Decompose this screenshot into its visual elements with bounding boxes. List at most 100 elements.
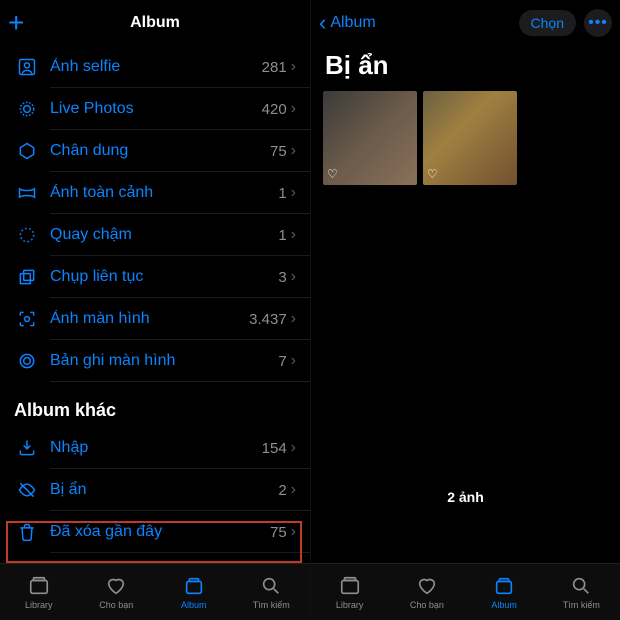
row-label: Ảnh màn hình [40, 310, 249, 328]
chevron-right-icon: › [291, 523, 296, 541]
album-icon [183, 575, 205, 597]
select-button[interactable]: Chọn [519, 10, 576, 36]
tab-label: Tìm kiếm [563, 600, 600, 610]
row-recently-deleted[interactable]: Đã xóa gần đây 75 › [0, 511, 310, 553]
row-count: 3 [278, 269, 286, 286]
header-title: Album [130, 14, 180, 32]
chevron-right-icon: › [291, 481, 296, 499]
row-count: 1 [278, 185, 286, 202]
chevron-right-icon: › [291, 58, 296, 76]
row-count: 75 [270, 524, 287, 541]
row-label: Đã xóa gần đây [40, 523, 270, 541]
back-button[interactable]: ‹ Album [319, 12, 376, 34]
hidden-icon [14, 480, 40, 500]
import-icon [14, 438, 40, 458]
hidden-album-body: Bị ẩn ♡ ♡ 2 ảnh [311, 46, 620, 563]
chevron-right-icon: › [291, 268, 296, 286]
tab-label: Album [181, 600, 207, 610]
screen-recording-icon [14, 351, 40, 371]
tab-label: Tìm kiếm [253, 600, 290, 610]
plus-icon: + [8, 9, 24, 37]
tab-search[interactable]: Tìm kiếm [233, 564, 311, 620]
chevron-right-icon: › [291, 142, 296, 160]
tab-label: Album [491, 600, 517, 610]
row-panorama[interactable]: Ảnh toàn cảnh 1 › [0, 172, 310, 214]
tab-bar-left: Library Cho bạn Album Tìm kiếm [0, 563, 310, 620]
portrait-icon [14, 141, 40, 161]
row-portrait[interactable]: Chân dung 75 › [0, 130, 310, 172]
tab-label: Library [336, 600, 364, 610]
heart-icon [105, 575, 127, 597]
tab-library[interactable]: Library [311, 564, 388, 620]
media-types-list: Ảnh selfie 281 › Live Photos 420 › Chân … [0, 46, 310, 553]
back-label: Album [330, 15, 375, 31]
row-count: 2 [278, 482, 286, 499]
add-button[interactable]: + [8, 0, 24, 46]
row-count: 3.437 [249, 311, 287, 328]
slomo-icon [14, 225, 40, 245]
row-count: 1 [278, 227, 286, 244]
photo-thumb-1[interactable]: ♡ [323, 91, 417, 185]
tab-bar-right: Library Cho bạn Album Tìm kiếm [311, 563, 620, 620]
panorama-icon [14, 183, 40, 203]
header-left: + Album [0, 0, 310, 46]
live-photos-icon [14, 99, 40, 119]
photo-count: 2 ảnh [311, 489, 620, 505]
phone-right: ‹ Album Chọn ••• Bị ẩn ♡ ♡ 2 ảnh Library… [310, 0, 620, 620]
row-slomo[interactable]: Quay chậm 1 › [0, 214, 310, 256]
tab-for-you[interactable]: Cho bạn [78, 564, 156, 620]
chevron-right-icon: › [291, 439, 296, 457]
tab-library[interactable]: Library [0, 564, 78, 620]
chevron-left-icon: ‹ [319, 12, 326, 34]
more-button[interactable]: ••• [584, 9, 612, 37]
chevron-right-icon: › [291, 352, 296, 370]
section-header-other: Album khác [0, 382, 310, 427]
album-list-body: Ảnh selfie 281 › Live Photos 420 › Chân … [0, 46, 310, 563]
row-count: 420 [262, 101, 287, 118]
row-count: 75 [270, 143, 287, 160]
row-label: Quay chậm [40, 226, 278, 244]
favorite-icon: ♡ [427, 167, 438, 181]
row-label: Bị ẩn [40, 481, 278, 499]
favorite-icon: ♡ [327, 167, 338, 181]
row-label: Live Photos [40, 100, 262, 118]
tab-album[interactable]: Album [466, 564, 543, 620]
row-count: 154 [262, 440, 287, 457]
row-hidden[interactable]: Bị ẩn 2 › [0, 469, 310, 511]
row-selfies[interactable]: Ảnh selfie 281 › [0, 46, 310, 88]
row-label: Ảnh selfie [40, 58, 262, 76]
library-icon [28, 575, 50, 597]
row-label: Nhập [40, 439, 262, 457]
burst-icon [14, 267, 40, 287]
chevron-right-icon: › [291, 100, 296, 118]
row-screen-recordings[interactable]: Bản ghi màn hình 7 › [0, 340, 310, 382]
tab-search[interactable]: Tìm kiếm [543, 564, 620, 620]
row-label: Chụp liên tục [40, 268, 278, 286]
search-icon [570, 575, 592, 597]
tab-label: Cho bạn [99, 600, 133, 610]
chevron-right-icon: › [291, 226, 296, 244]
row-burst[interactable]: Chụp liên tục 3 › [0, 256, 310, 298]
photo-thumb-2[interactable]: ♡ [423, 91, 517, 185]
album-icon [493, 575, 515, 597]
tab-for-you[interactable]: Cho bạn [388, 564, 465, 620]
tab-label: Cho bạn [410, 600, 444, 610]
row-count: 281 [262, 59, 287, 76]
selfie-icon [14, 57, 40, 77]
library-icon [339, 575, 361, 597]
row-label: Chân dung [40, 142, 270, 160]
row-label: Ảnh toàn cảnh [40, 184, 278, 202]
heart-icon [416, 575, 438, 597]
trash-icon [14, 522, 40, 542]
chevron-right-icon: › [291, 310, 296, 328]
row-count: 7 [278, 353, 286, 370]
search-icon [260, 575, 282, 597]
row-live-photos[interactable]: Live Photos 420 › [0, 88, 310, 130]
phone-left: + Album Ảnh selfie 281 › Live Photos 420… [0, 0, 310, 620]
row-screenshots[interactable]: Ảnh màn hình 3.437 › [0, 298, 310, 340]
tab-album[interactable]: Album [155, 564, 233, 620]
row-label: Bản ghi màn hình [40, 352, 278, 370]
photo-grid: ♡ ♡ [311, 91, 620, 185]
header-right: ‹ Album Chọn ••• [311, 0, 620, 46]
row-imports[interactable]: Nhập 154 › [0, 427, 310, 469]
